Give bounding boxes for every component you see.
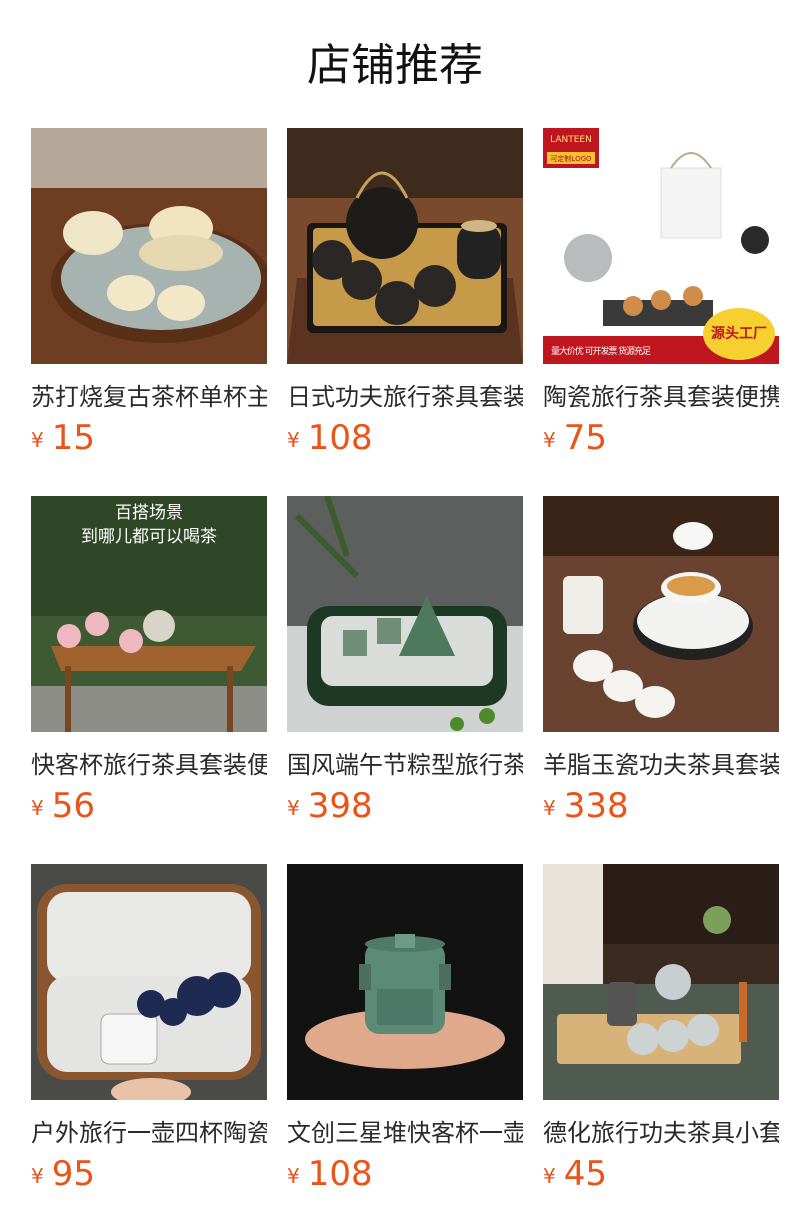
product-name[interactable]: 苏打烧复古茶杯单杯主人杯	[31, 380, 267, 414]
section-title: 店铺推荐	[307, 40, 483, 91]
product-price: ¥95	[31, 1154, 95, 1194]
product-card[interactable]: 文创三星堆快客杯一壶二杯 ¥108	[287, 864, 523, 1200]
product-image[interactable]	[287, 128, 523, 364]
product-card[interactable]: LANTEEN 可定制LOGO 量大价优 可开发票 货源充足 源头工厂 陶瓷旅行…	[543, 128, 779, 464]
price-amount: 15	[51, 418, 95, 458]
product-card[interactable]: 德化旅行功夫茶具小套装 ¥45	[543, 864, 779, 1200]
product-image[interactable]	[31, 128, 267, 364]
svg-text:到哪儿都可以喝茶: 到哪儿都可以喝茶	[81, 527, 217, 547]
product-name[interactable]: 文创三星堆快客杯一壶二杯	[287, 1116, 523, 1150]
product-image[interactable]	[543, 864, 779, 1100]
currency-symbol: ¥	[287, 428, 300, 452]
product-price: ¥108	[287, 1154, 373, 1194]
product-price: ¥108	[287, 418, 373, 458]
currency-symbol: ¥	[31, 796, 44, 820]
product-name[interactable]: 快客杯旅行茶具套装便携	[31, 748, 267, 782]
currency-symbol: ¥	[543, 1164, 556, 1188]
product-name[interactable]: 陶瓷旅行茶具套装便携式	[543, 380, 779, 414]
currency-symbol: ¥	[287, 796, 300, 820]
price-amount: 338	[563, 786, 629, 826]
product-image[interactable]	[287, 864, 523, 1100]
product-card[interactable]: 苏打烧复古茶杯单杯主人杯 ¥15	[31, 128, 267, 464]
product-price: ¥398	[287, 786, 373, 826]
currency-symbol: ¥	[31, 428, 44, 452]
product-image[interactable]: LANTEEN 可定制LOGO 量大价优 可开发票 货源充足 源头工厂	[543, 128, 779, 364]
price-amount: 56	[51, 786, 95, 826]
price-amount: 95	[51, 1154, 95, 1194]
product-image[interactable]: 百搭场景 到哪儿都可以喝茶	[31, 496, 267, 732]
product-card[interactable]: 羊脂玉瓷功夫茶具套装 ¥338	[543, 496, 779, 832]
product-price: ¥45	[543, 1154, 607, 1194]
product-name[interactable]: 羊脂玉瓷功夫茶具套装	[543, 748, 779, 782]
price-amount: 108	[307, 1154, 373, 1194]
product-image[interactable]	[287, 496, 523, 732]
price-amount: 45	[563, 1154, 607, 1194]
currency-symbol: ¥	[31, 1164, 44, 1188]
svg-text:可定制LOGO: 可定制LOGO	[550, 154, 592, 163]
product-name[interactable]: 日式功夫旅行茶具套装	[287, 380, 523, 414]
price-amount: 398	[307, 786, 373, 826]
product-card[interactable]: 日式功夫旅行茶具套装 ¥108	[287, 128, 523, 464]
price-amount: 108	[307, 418, 373, 458]
currency-symbol: ¥	[543, 796, 556, 820]
product-image[interactable]	[543, 496, 779, 732]
product-price: ¥75	[543, 418, 607, 458]
product-name[interactable]: 国风端午节粽型旅行茶具	[287, 748, 523, 782]
svg-text:源头工厂: 源头工厂	[711, 325, 767, 342]
product-image[interactable]	[31, 864, 267, 1100]
svg-text:LANTEEN: LANTEEN	[550, 135, 592, 145]
currency-symbol: ¥	[287, 1164, 300, 1188]
price-amount: 75	[563, 418, 607, 458]
product-card[interactable]: 百搭场景 到哪儿都可以喝茶 快客杯旅行茶具套装便携 ¥56	[31, 496, 267, 832]
svg-text:量大价优 可开发票 货源充足: 量大价优 可开发票 货源充足	[551, 345, 651, 357]
product-name[interactable]: 德化旅行功夫茶具小套装	[543, 1116, 779, 1150]
product-card[interactable]: 户外旅行一壶四杯陶瓷茶具 ¥95	[31, 864, 267, 1200]
product-card[interactable]: 国风端午节粽型旅行茶具 ¥398	[287, 496, 523, 832]
svg-text:百搭场景: 百搭场景	[115, 503, 183, 523]
product-price: ¥15	[31, 418, 95, 458]
product-name[interactable]: 户外旅行一壶四杯陶瓷茶具	[31, 1116, 267, 1150]
product-price: ¥56	[31, 786, 95, 826]
product-price: ¥338	[543, 786, 629, 826]
currency-symbol: ¥	[543, 428, 556, 452]
